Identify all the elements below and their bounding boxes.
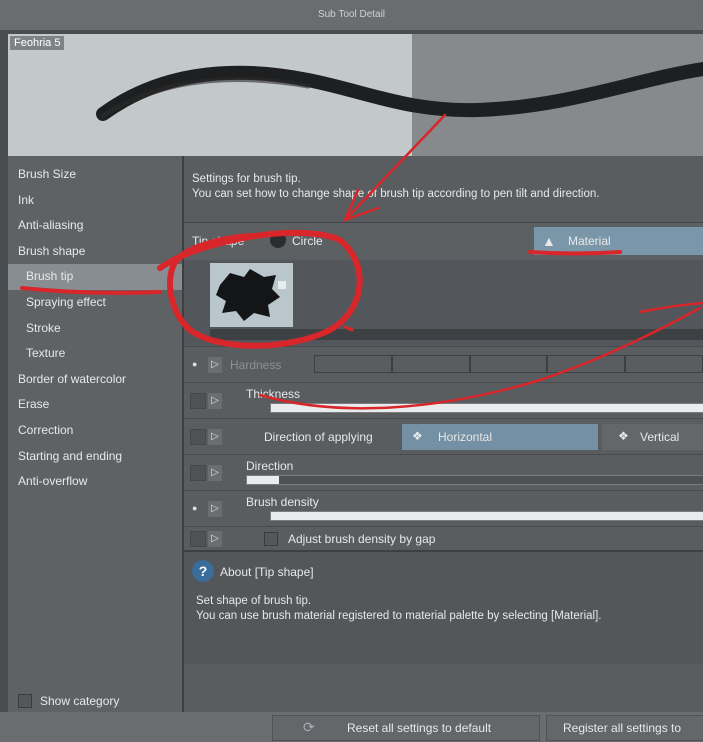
category-correction[interactable]: Correction — [8, 418, 182, 444]
expand-arrow-icon[interactable]: ▷ — [208, 357, 222, 373]
direction-slider-fill — [247, 476, 279, 484]
description-line-1: Settings for brush tip. — [192, 173, 301, 185]
about-line-2: You can use brush material registered to… — [196, 610, 602, 622]
hardness-selector[interactable] — [314, 355, 703, 373]
adjust-density-row: ▷ Adjust brush density by gap — [184, 526, 703, 551]
material-icon: ▲ — [542, 233, 556, 249]
vertical-button[interactable]: ❖ Vertical — [602, 424, 703, 450]
pressure-toggle-box[interactable] — [190, 531, 206, 547]
brush-density-slider[interactable] — [270, 511, 703, 521]
reset-label: Reset all settings to default — [347, 721, 492, 735]
preview-stroke — [96, 62, 703, 121]
category-starting-and-ending[interactable]: Starting and ending — [8, 444, 182, 470]
expand-arrow-icon[interactable]: ▷ — [208, 531, 222, 547]
expand-arrow-icon[interactable]: ▷ — [208, 501, 222, 517]
direction-slider[interactable] — [246, 475, 703, 485]
about-line-1: Set shape of brush tip. — [196, 595, 312, 607]
window-title: Sub Tool Detail — [317, 9, 386, 20]
circle-option-label[interactable]: Circle — [292, 234, 323, 248]
reset-icon: ⟳ — [303, 719, 315, 735]
pressure-toggle-box[interactable] — [190, 393, 206, 409]
direction-label: Direction — [246, 459, 294, 473]
reset-button[interactable]: ⟳ Reset all settings to default — [272, 715, 540, 741]
pressure-toggle-box[interactable] — [190, 429, 206, 445]
expand-arrow-icon[interactable]: ▷ — [208, 465, 222, 481]
category-border-of-watercolor[interactable]: Border of watercolor — [8, 367, 182, 393]
direction-of-applying-label: Direction of applying — [264, 430, 373, 444]
show-category-label: Show category — [40, 694, 120, 708]
brush-name: Feohria 5 — [10, 36, 65, 50]
category-list: Brush Size Ink Anti-aliasing Brush shape… — [8, 156, 184, 712]
eye-icon[interactable]: ● — [192, 359, 197, 369]
title-bar: Sub Tool Detail — [0, 0, 703, 30]
thickness-label: Thickness — [246, 387, 301, 401]
category-texture[interactable]: Texture — [8, 341, 182, 367]
category-anti-aliasing[interactable]: Anti-aliasing — [8, 213, 182, 239]
category-ink[interactable]: Ink — [8, 188, 182, 214]
about-panel: ? About [Tip shape] Set shape of brush t… — [184, 550, 703, 664]
settings-description: Settings for brush tip. You can set how … — [192, 172, 599, 202]
thickness-slider[interactable] — [270, 403, 703, 413]
tip-shape-label: Tip shape — [192, 234, 245, 248]
category-brush-tip[interactable]: Brush tip — [8, 264, 182, 290]
horizontal-icon: ❖ — [412, 429, 423, 443]
brush-tip-thumbnail[interactable] — [210, 263, 293, 327]
category-erase[interactable]: Erase — [8, 392, 182, 418]
thickness-slider-fill — [271, 404, 703, 412]
register-button[interactable]: Register all settings to — [546, 715, 703, 741]
about-body: Set shape of brush tip. You can use brus… — [196, 594, 601, 624]
category-stroke[interactable]: Stroke — [8, 316, 182, 342]
brush-density-label: Brush density — [246, 495, 319, 509]
adjust-density-checkbox[interactable] — [264, 532, 278, 546]
description-line-2: You can set how to change shape of brush… — [192, 188, 600, 200]
footer-bar: ⟳ Reset all settings to default Register… — [0, 712, 703, 742]
horizontal-button[interactable]: ❖ Horizontal — [402, 424, 598, 450]
brush-preview: Feohria 5 — [8, 34, 703, 156]
tip-list-scrollbar[interactable] — [210, 329, 703, 340]
tip-material-list — [184, 260, 703, 346]
category-brush-shape[interactable]: Brush shape — [8, 239, 182, 265]
expand-arrow-icon[interactable]: ▷ — [208, 393, 222, 409]
brush-density-slider-fill — [271, 512, 703, 520]
thickness-row: ▷ Thickness — [184, 382, 703, 418]
hardness-row: ● ▷ Hardness — [184, 346, 703, 382]
category-spraying-effect[interactable]: Spraying effect — [8, 290, 182, 316]
hardness-label: Hardness — [230, 358, 282, 372]
show-category-checkbox[interactable] — [18, 694, 32, 708]
vertical-label: Vertical — [640, 430, 680, 444]
brush-tip-shape — [216, 269, 286, 321]
horizontal-label: Horizontal — [438, 430, 493, 444]
pressure-toggle-box[interactable] — [190, 465, 206, 481]
category-anti-overflow[interactable]: Anti-overflow — [8, 469, 182, 495]
expand-arrow-icon[interactable]: ▷ — [208, 429, 222, 445]
adjust-density-label: Adjust brush density by gap — [288, 532, 436, 546]
brush-density-row: ● ▷ Brush density — [184, 490, 703, 526]
category-brush-size[interactable]: Brush Size — [8, 162, 182, 188]
tip-shape-row: Tip shape Circle ▲ Material — [184, 222, 703, 259]
vertical-icon: ❖ — [618, 429, 629, 443]
register-label: Register all settings to — [563, 721, 682, 735]
settings-panel: Settings for brush tip. You can set how … — [184, 156, 703, 712]
eye-icon[interactable]: ● — [192, 503, 197, 513]
material-label: Material — [568, 234, 611, 248]
about-title: About [Tip shape] — [220, 565, 314, 579]
show-category-toggle[interactable]: Show category — [18, 694, 119, 708]
direction-applying-row: ▷ Direction of applying ❖ Horizontal ❖ V… — [184, 418, 703, 454]
material-button[interactable]: ▲ Material — [534, 227, 703, 255]
circle-icon[interactable] — [270, 232, 286, 248]
help-icon: ? — [192, 560, 214, 582]
direction-row: ▷ Direction — [184, 454, 703, 490]
